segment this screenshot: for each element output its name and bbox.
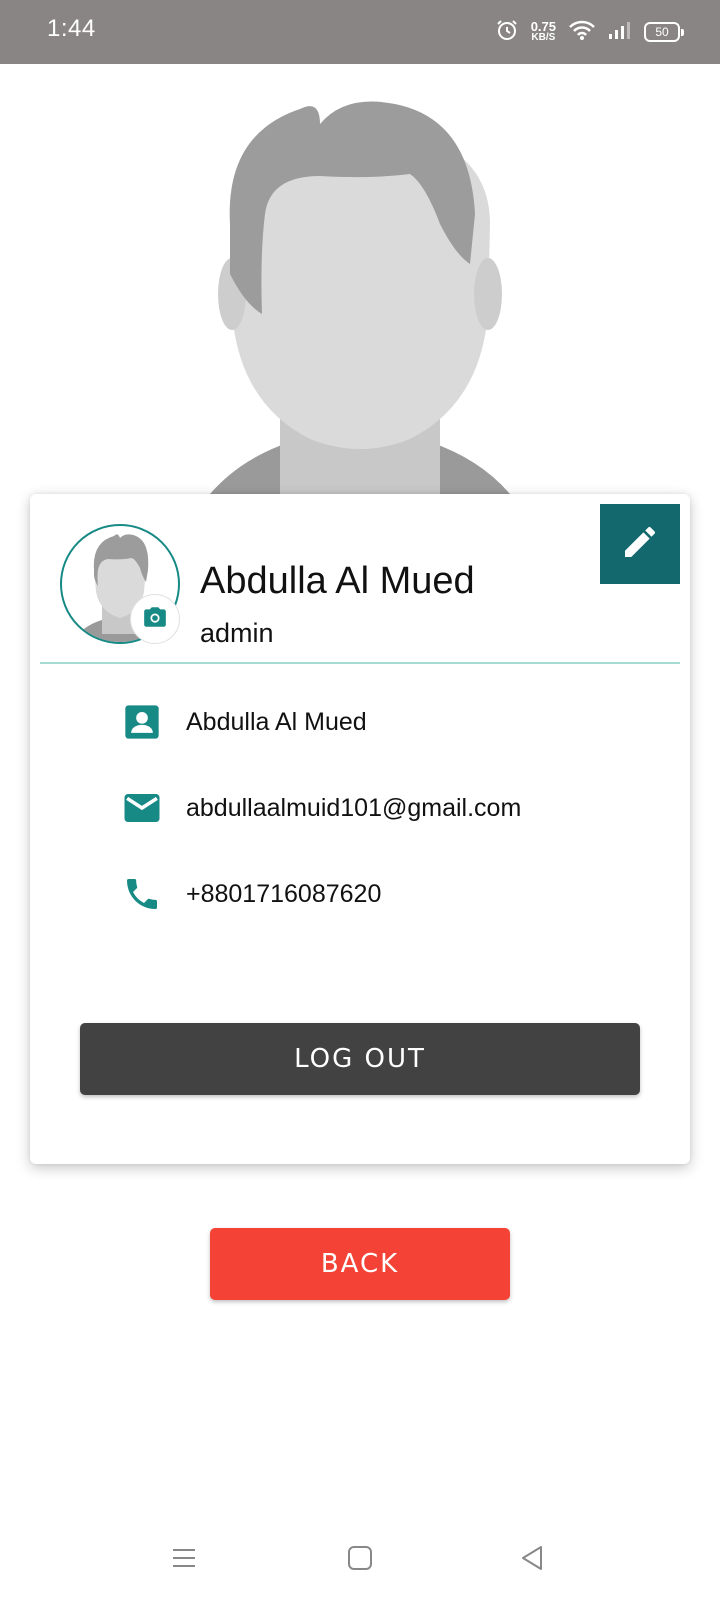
nav-menu-button[interactable]: [164, 1540, 204, 1580]
info-phone-text: +8801716087620: [186, 879, 382, 908]
avatar-wrapper: [60, 524, 180, 644]
status-bar: 1:44 0.75 KB/S 50: [0, 0, 720, 64]
info-email-text: abdullaalmuid101@gmail.com: [186, 793, 522, 822]
mail-icon: [120, 786, 164, 830]
divider: [40, 662, 680, 664]
alarm-icon: [495, 18, 519, 46]
nav-home-button[interactable]: [340, 1540, 380, 1580]
camera-icon: [142, 604, 168, 634]
wifi-icon: [568, 19, 596, 45]
person-card-icon: [120, 700, 164, 744]
battery-level: 50: [655, 25, 669, 39]
edit-profile-button[interactable]: [600, 504, 680, 584]
battery-icon: 50: [644, 22, 684, 42]
back-button[interactable]: BACK: [210, 1228, 510, 1300]
net-speed: 0.75 KB/S: [530, 19, 556, 43]
system-nav-bar: [0, 1520, 720, 1600]
status-time: 1:44: [47, 15, 96, 42]
status-icons: 0.75 KB/S 50: [495, 17, 684, 47]
info-row-email: abdullaalmuid101@gmail.com: [120, 786, 521, 830]
profile-card: Abdulla Al Mued admin Abdulla Al Mued ab…: [30, 494, 690, 1164]
info-row-phone: +8801716087620: [120, 872, 381, 916]
logout-button[interactable]: LOG OUT: [80, 1023, 640, 1095]
hero-avatar-image: [170, 64, 550, 494]
home-icon: [347, 1545, 373, 1575]
net-speed-unit: KB/S: [531, 32, 556, 43]
back-icon: [519, 1545, 545, 1575]
nav-back-button[interactable]: [512, 1540, 552, 1580]
info-name-text: Abdulla Al Mued: [186, 707, 367, 736]
info-row-name: Abdulla Al Mued: [120, 700, 367, 744]
menu-icon: [171, 1545, 197, 1575]
pencil-icon: [620, 522, 660, 566]
profile-name: Abdulla Al Mued: [200, 560, 475, 602]
phone-icon: [120, 872, 164, 916]
profile-role: admin: [200, 618, 274, 648]
signal-icon: [608, 20, 632, 44]
change-photo-button[interactable]: [130, 594, 180, 644]
net-speed-value: 0.75: [530, 19, 556, 34]
